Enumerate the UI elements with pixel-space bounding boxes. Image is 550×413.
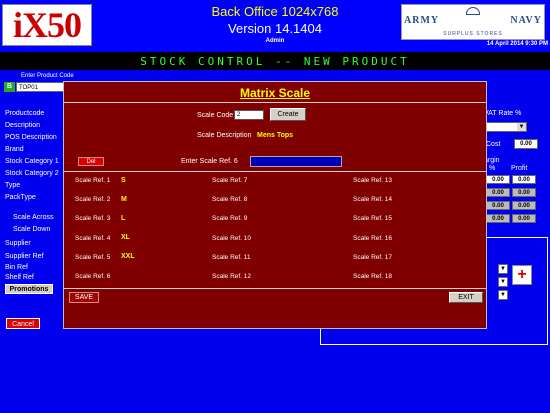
field-label: Scale Across bbox=[13, 214, 54, 221]
scale-ref-label: Scale Ref. 12 bbox=[212, 273, 252, 280]
enter-scale-ref-label: Enter Scale Ref. 6 bbox=[181, 158, 238, 165]
brand-navy: NAVY bbox=[510, 15, 542, 26]
chevron-down-icon: ▼ bbox=[500, 292, 506, 298]
margin-pct-field[interactable]: 0.00 bbox=[486, 214, 510, 223]
scale-ref-value[interactable]: XXL bbox=[121, 253, 135, 260]
field-label: Shelf Ref bbox=[5, 274, 34, 281]
scale-ref-label: Scale Ref. 8 bbox=[212, 196, 248, 204]
brand-army: ARMY bbox=[404, 15, 440, 26]
profit-field[interactable]: 0.00 bbox=[512, 175, 536, 184]
profit-field[interactable]: 0.00 bbox=[512, 201, 536, 210]
profit-field[interactable]: 0.00 bbox=[512, 214, 536, 223]
chevron-down-icon: ▼ bbox=[500, 279, 506, 285]
scale-ref-label: Scale Ref. 14 bbox=[353, 196, 393, 204]
cancel-button[interactable]: Cancel bbox=[6, 318, 40, 329]
field-label: PackType bbox=[5, 194, 36, 201]
field-label: Stock Category 2 bbox=[5, 170, 59, 177]
field-label: Supplier bbox=[5, 240, 31, 247]
del-label: Del bbox=[86, 159, 96, 165]
chevron-down-icon: ▼ bbox=[500, 266, 506, 272]
matrix-scale-dialog: Matrix Scale Scale Code 2 Create Scale D… bbox=[63, 81, 487, 329]
section-banner: STOCK CONTROL -- NEW PRODUCT bbox=[0, 52, 550, 70]
product-code-label: Enter Product Code bbox=[21, 73, 74, 79]
divider bbox=[64, 288, 486, 289]
scale-ref-label: Scale Ref. 16 bbox=[353, 234, 393, 242]
profit-label: Profit bbox=[511, 165, 528, 172]
scale-description-label: Scale Description bbox=[197, 132, 252, 139]
scale-ref-label: Scale Ref. 10 bbox=[212, 234, 252, 242]
ix50-logo: iX50 bbox=[2, 4, 92, 46]
scale-ref-label: Scale Ref. 2 bbox=[75, 196, 111, 204]
divider bbox=[64, 171, 486, 172]
scale-ref-label: Scale Ref. 4 bbox=[75, 234, 111, 242]
app-version: Version 14.1404 bbox=[228, 21, 322, 36]
datetime: 14 April 2014 9:30 PM bbox=[486, 41, 548, 47]
scale-code-label: Scale Code bbox=[197, 112, 234, 119]
barcode-button[interactable]: B bbox=[4, 82, 15, 92]
app-title: Back Office 1024x768 bbox=[211, 4, 339, 19]
field-label: Scale Down bbox=[13, 226, 51, 233]
cost-label: Cost bbox=[486, 141, 501, 148]
scale-ref-value[interactable]: M bbox=[121, 196, 127, 203]
cost-input[interactable]: 0.00 bbox=[514, 139, 538, 149]
chevron-down-icon: ▼ bbox=[517, 123, 526, 131]
scale-ref-label: Scale Ref. 17 bbox=[353, 253, 393, 261]
margin-pct-label: % bbox=[489, 165, 496, 172]
scale-ref-input[interactable] bbox=[250, 156, 342, 167]
scale-ref-label: Scale Ref. 5 bbox=[75, 253, 111, 261]
banner-text: STOCK CONTROL -- NEW PRODUCT bbox=[140, 54, 410, 68]
scale-ref-label: Scale Ref. 15 bbox=[353, 215, 393, 223]
brand-subtitle: SURPLUS STORES bbox=[443, 31, 503, 37]
field-label: Supplier Ref bbox=[5, 253, 44, 260]
scale-ref-label: Scale Ref. 3 bbox=[75, 215, 111, 223]
scale-description-value: Mens Tops bbox=[257, 132, 294, 139]
scale-ref-label: Scale Ref. 6 bbox=[75, 273, 111, 280]
dialog-title: Matrix Scale bbox=[239, 86, 311, 100]
dropdown-2[interactable]: ▼ bbox=[498, 277, 508, 287]
divider bbox=[64, 102, 486, 103]
logo-text: iX50 bbox=[13, 5, 82, 45]
scale-ref-label: Scale Ref. 18 bbox=[353, 273, 393, 280]
margin-pct-field[interactable]: 0.00 bbox=[486, 188, 510, 197]
delete-button[interactable]: Del bbox=[78, 157, 104, 166]
promotions-button[interactable]: Promotions bbox=[5, 284, 53, 294]
dropdown-1[interactable]: ▼ bbox=[498, 264, 508, 274]
dropdown-3[interactable]: ▼ bbox=[498, 290, 508, 300]
scale-ref-value[interactable]: S bbox=[121, 177, 126, 184]
scale-ref-label: Scale Ref. 7 bbox=[212, 177, 248, 184]
exit-button[interactable]: EXIT bbox=[449, 292, 483, 303]
scale-ref-label: Scale Ref. 9 bbox=[212, 215, 248, 223]
army-navy-logo: ARMY NAVY SURPLUS STORES bbox=[401, 4, 545, 40]
current-user: Admin bbox=[265, 38, 285, 44]
field-label: Productcode bbox=[5, 110, 45, 117]
emblem-icon bbox=[466, 7, 480, 15]
vat-rate-select[interactable]: ▼ bbox=[485, 122, 527, 132]
field-label: Type bbox=[5, 182, 21, 189]
field-label: Bin Ref bbox=[5, 264, 28, 271]
scale-ref-label: Scale Ref. 1 bbox=[75, 177, 111, 184]
scale-code-input[interactable]: 2 bbox=[234, 110, 264, 120]
margin-pct-field[interactable]: 0.00 bbox=[486, 201, 510, 210]
plus-icon: + bbox=[517, 266, 527, 283]
add-button[interactable]: + bbox=[512, 265, 532, 285]
scale-ref-value[interactable]: XL bbox=[121, 234, 130, 241]
scale-ref-label: Scale Ref. 11 bbox=[212, 253, 251, 261]
margin-pct-field[interactable]: 0.00 bbox=[486, 175, 510, 184]
field-label: POS Description bbox=[5, 134, 57, 141]
save-button[interactable]: SAVE bbox=[69, 292, 99, 303]
field-label: Description bbox=[5, 122, 41, 129]
field-label: Stock Category 1 bbox=[5, 158, 59, 165]
vat-rate-label: VAT Rate % bbox=[484, 110, 522, 117]
profit-field[interactable]: 0.00 bbox=[512, 188, 536, 197]
scale-ref-value[interactable]: L bbox=[121, 215, 125, 222]
field-label: Brand bbox=[5, 146, 24, 153]
create-button[interactable]: Create bbox=[270, 108, 306, 121]
scale-ref-label: Scale Ref. 13 bbox=[353, 177, 393, 184]
